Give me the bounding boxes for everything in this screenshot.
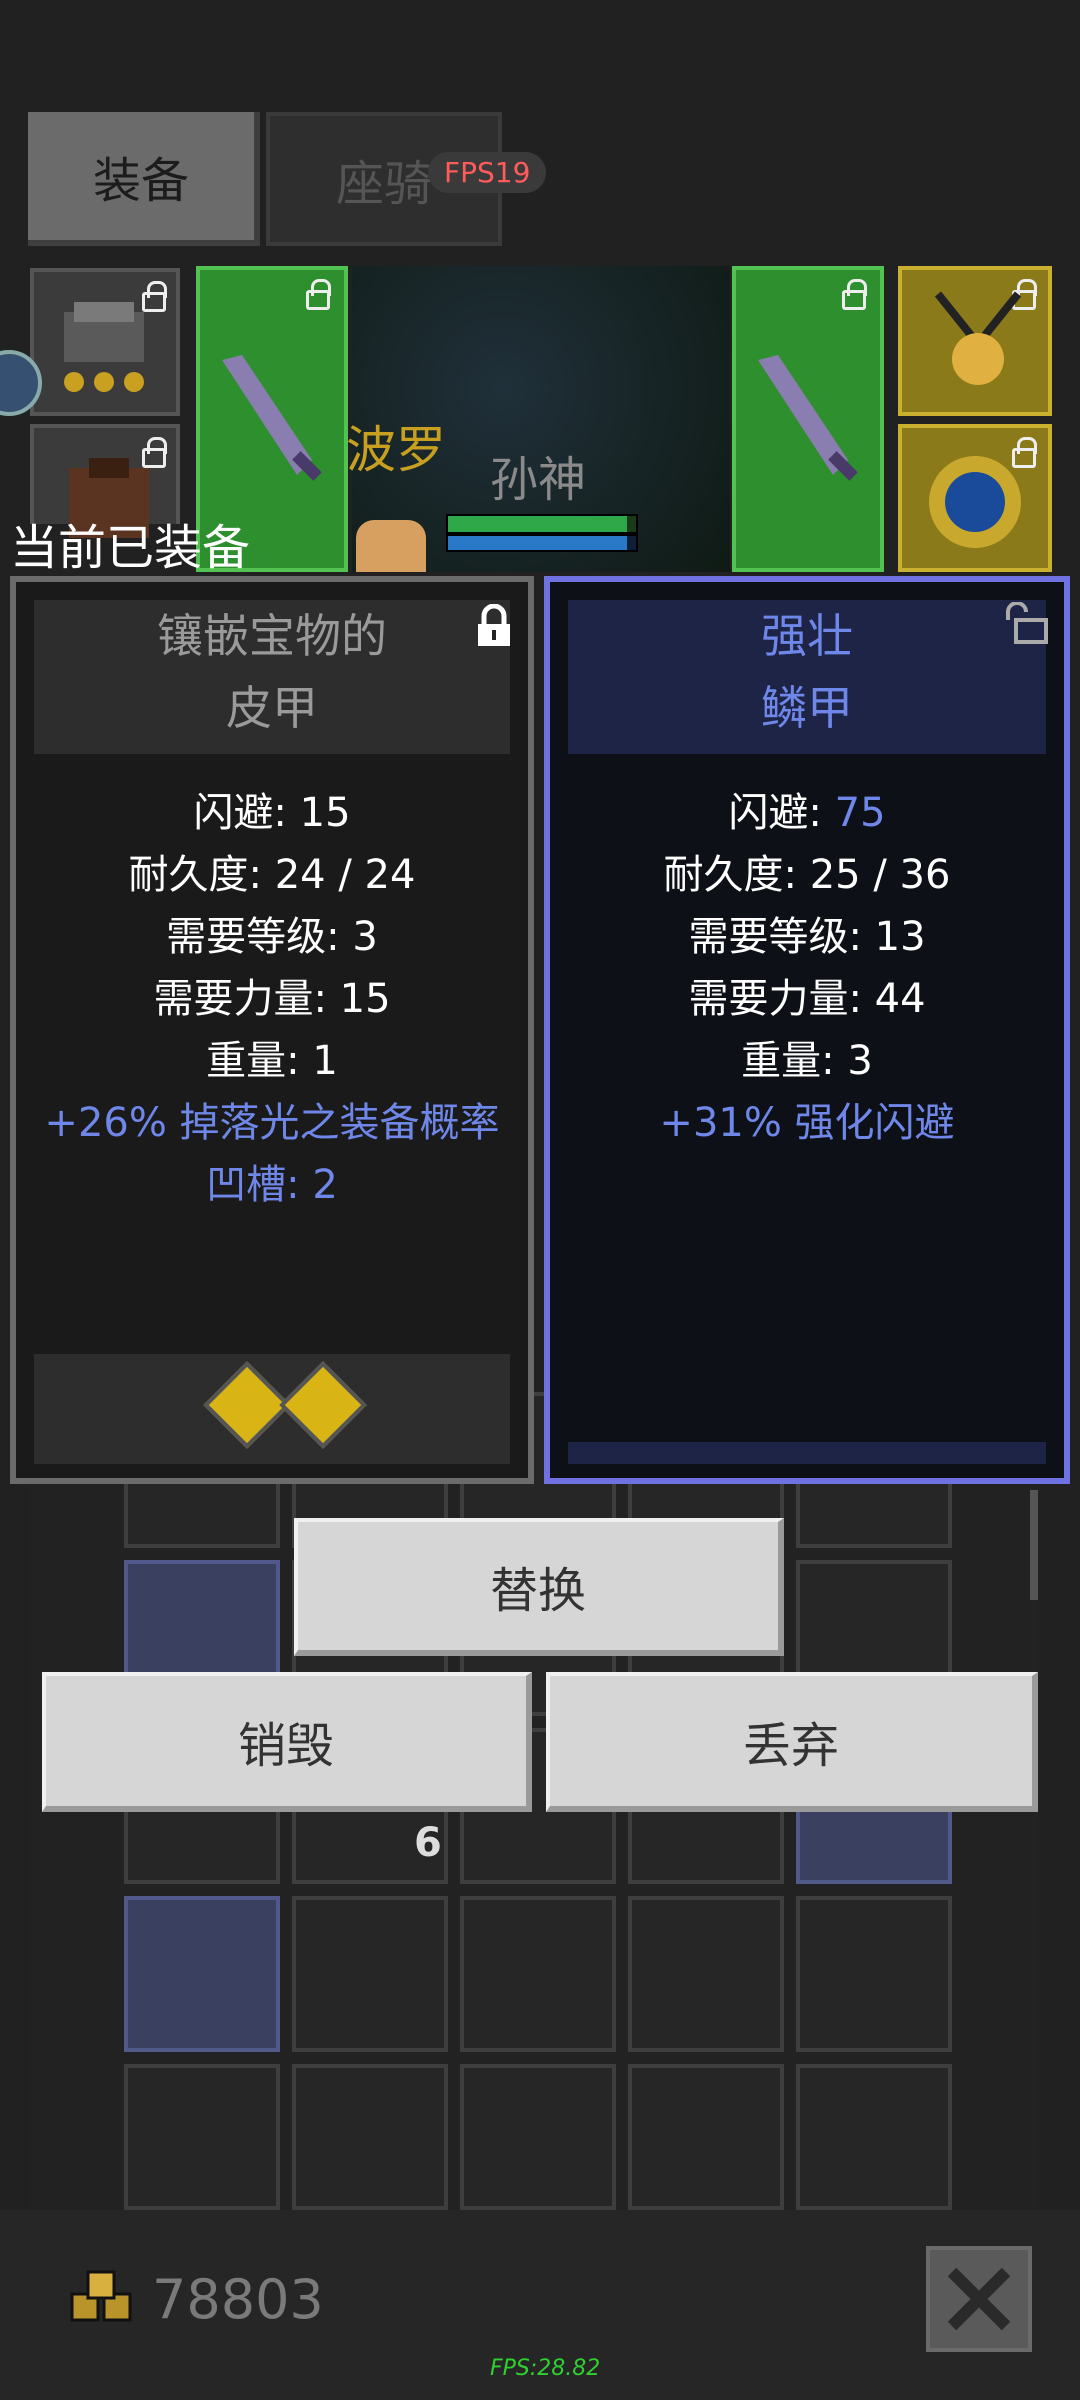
pet-name: 波罗 [346,421,446,479]
inventory-slot[interactable] [628,1896,784,2052]
amulet-slot[interactable] [898,266,1052,416]
inventory-slot[interactable] [460,1896,616,2052]
lock-icon[interactable] [474,604,514,648]
inventory-slot[interactable] [796,2064,952,2210]
destroy-button[interactable]: 销毁 [42,1672,532,1812]
inventory-slot[interactable] [796,1896,952,2052]
socket-bar [568,1442,1046,1464]
tab-equipment[interactable]: 装备 [28,112,260,246]
helmet-slot[interactable] [30,268,180,416]
inventory-slot[interactable] [292,1896,448,2052]
lock-icon [306,279,331,310]
inventory-slot[interactable] [124,1896,280,2052]
amulet-icon [934,291,1022,385]
fps-counter: FPS19 [428,152,547,193]
equipped-item-panel: 镶嵌宝物的 皮甲 闪避: 15 耐久度: 24 / 24 需要等级: 3 需要力… [10,576,534,1484]
new-item-stats: 闪避: 75 耐久度: 25 / 36 需要等级: 13 需要力量: 44 重量… [659,790,955,1146]
inventory-slot[interactable] [460,2064,616,2210]
inventory-slot[interactable] [628,2064,784,2210]
inventory-slot[interactable] [292,2064,448,2210]
ring-icon [929,456,1021,548]
helmet-icon [64,302,144,392]
stack-count: 6 [414,1820,442,1866]
fps-bottom: FPS:28.82 [490,2356,601,2381]
gold-amount: 78803 [152,2268,324,2331]
hero-name: 孙神 [490,452,587,508]
footer-bar: 78803 FPS:28.82 [0,2210,1080,2400]
pet-sprite [356,520,426,572]
replace-button[interactable]: 替换 [294,1518,784,1656]
inventory-scrollbar[interactable] [1030,1490,1038,1600]
sword-icon [222,355,322,481]
close-button[interactable] [926,2246,1032,2352]
new-item-panel: 强壮 鳞甲 闪避: 75 耐久度: 25 / 36 需要等级: 13 需要力量:… [544,576,1070,1484]
ring-slot[interactable] [898,424,1052,572]
mp-bar [446,534,638,552]
discard-button[interactable]: 丢弃 [546,1672,1038,1812]
sword-icon [758,355,858,481]
weapon-slot-right[interactable] [732,266,884,572]
hp-bar [446,514,638,534]
section-label: 当前已装备 [10,520,251,576]
equipped-item-stats: 闪避: 15 耐久度: 24 / 24 需要等级: 3 需要力量: 15 重量:… [44,790,500,1208]
lock-icon [842,279,867,310]
gold-coins-icon [70,2270,132,2322]
equipped-item-title: 镶嵌宝物的 皮甲 [34,600,510,754]
new-item-title: 强壮 鳞甲 [568,600,1046,754]
unlock-icon[interactable] [1002,602,1050,646]
close-icon [947,2267,1011,2331]
inventory-slot[interactable] [124,2064,280,2210]
